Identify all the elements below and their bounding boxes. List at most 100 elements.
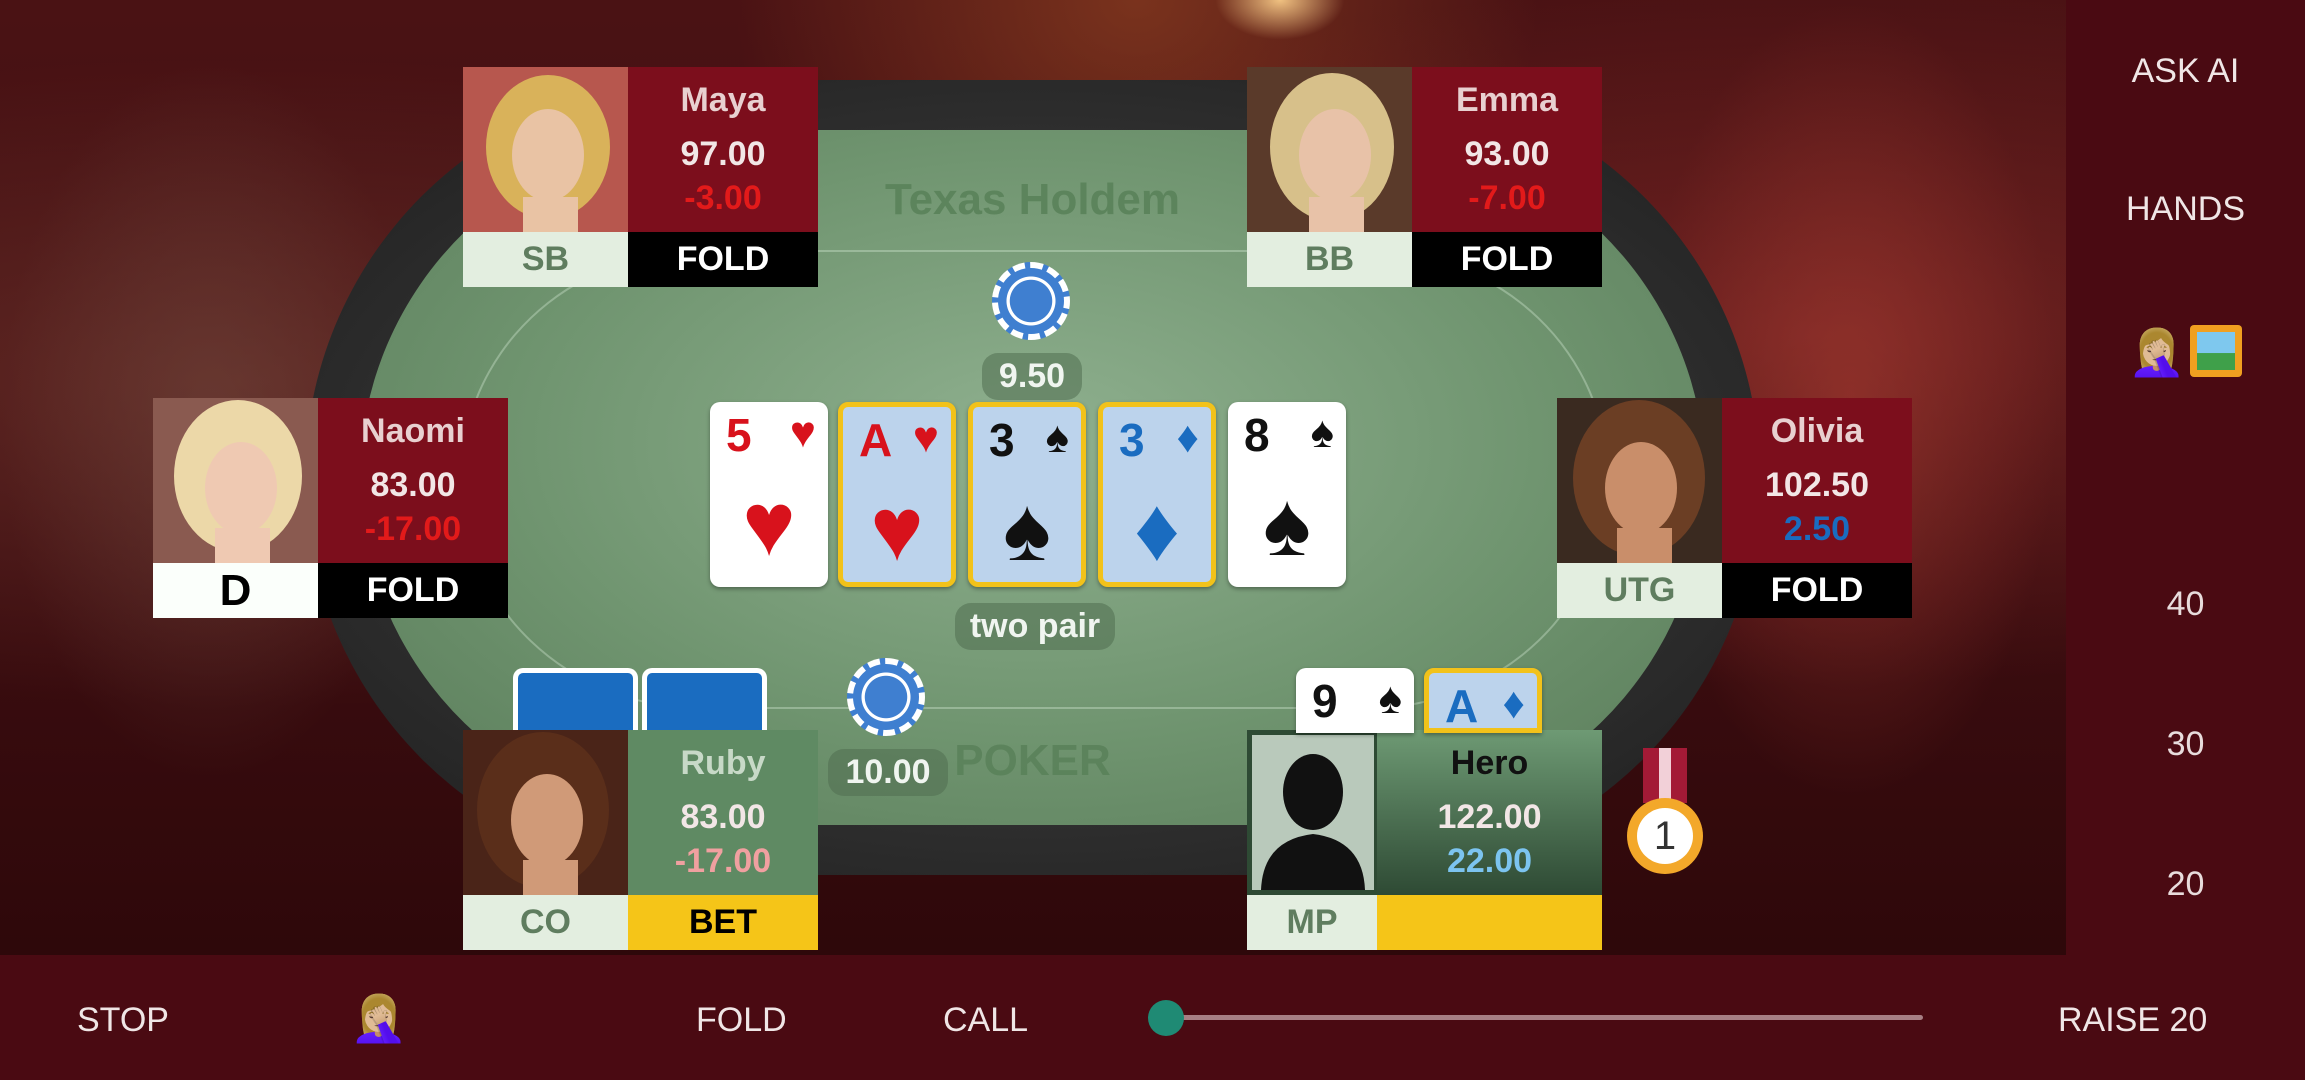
player-info: Emma 93.00 -7.00 [1412, 67, 1602, 232]
avatar [463, 67, 628, 232]
card-suit-small: ♠ [1310, 408, 1334, 457]
level-tick-label: 30 [2166, 725, 2205, 763]
card-suit-large: ♠ [1263, 475, 1311, 575]
avatar [153, 398, 318, 563]
level-tick-label: 40 [2166, 585, 2205, 623]
card-suit-small: ♥ [789, 408, 816, 457]
player-info: Hero 122.00 22.00 [1377, 730, 1602, 895]
player-name: Ruby [680, 744, 766, 782]
facepalm-emoji-icon[interactable]: 🤦🏼‍♀️ [350, 990, 407, 1046]
card-suit-small: ♦ [1502, 679, 1525, 728]
avatar [1247, 67, 1412, 232]
card-rank: 5 [726, 409, 752, 461]
fold-button[interactable]: FOLD [696, 1001, 787, 1040]
card-suit-large: ♠ [1003, 480, 1051, 580]
action-badge: BET [628, 895, 818, 950]
player-stack: 83.00 [680, 798, 766, 836]
pot-chip-bottom [847, 658, 925, 736]
seat-olivia[interactable]: Olivia 102.50 2.50 UTG FOLD [1557, 398, 1912, 618]
action-badge: FOLD [1412, 232, 1602, 287]
card-suit-large: ♦ [1134, 480, 1180, 580]
player-name: Emma [1455, 81, 1559, 119]
call-button[interactable]: CALL [943, 1001, 1028, 1040]
player-delta: 2.50 [1783, 510, 1851, 548]
player-stack: 122.00 [1437, 798, 1542, 836]
board-card: 8 ♠ ♠ [1228, 402, 1346, 587]
card-suit-small: ♦ [1176, 413, 1199, 462]
pot-amount-top: 9.50 [982, 353, 1082, 400]
player-name: Hero [1450, 744, 1529, 782]
card-rank: 9 [1312, 675, 1338, 727]
player-stack: 83.00 [370, 466, 456, 504]
player-info: Maya 97.00 -3.00 [628, 67, 818, 232]
action-badge [1377, 895, 1602, 950]
position-badge: UTG [1557, 563, 1722, 618]
card-rank: 8 [1244, 409, 1270, 461]
medal-place: 1 [1653, 814, 1677, 858]
action-badge: FOLD [1722, 563, 1912, 618]
raise-slider-thumb[interactable] [1148, 1000, 1184, 1036]
player-delta: -17.00 [364, 510, 462, 548]
dealer-badge: D [153, 563, 318, 618]
raise-slider-track[interactable] [1148, 1000, 1923, 1036]
stop-button[interactable]: STOP [77, 1001, 169, 1040]
card-rank: A [1445, 680, 1479, 732]
ask-ai-button[interactable]: ASK AI [2066, 52, 2305, 91]
background-lamp [1215, 0, 1345, 40]
board-card: 3 ♠ ♠ [968, 402, 1086, 587]
player-name: Maya [680, 81, 766, 119]
framed-picture-inner [2197, 332, 2235, 370]
action-badge: FOLD [628, 232, 818, 287]
player-delta: -7.00 [1468, 179, 1546, 217]
facepalm-emoji-icon[interactable]: 🤦🏼‍♀️ [2128, 325, 2185, 379]
position-badge: BB [1247, 232, 1412, 287]
player-info: Olivia 102.50 2.50 [1722, 398, 1912, 563]
table-title: Texas Holdem [884, 175, 1181, 224]
level-tick-label: 20 [2166, 865, 2205, 903]
position-badge: SB [463, 232, 628, 287]
sidebar [2066, 0, 2305, 955]
hero-card: 9 ♠ [1296, 668, 1414, 733]
position-badge: CO [463, 895, 628, 950]
player-info: Ruby 83.00 -17.00 [628, 730, 818, 895]
seat-ruby[interactable]: Ruby 83.00 -17.00 CO BET [463, 730, 818, 950]
raise-button[interactable]: RAISE 20 [2058, 1001, 2207, 1040]
player-delta: -3.00 [684, 179, 762, 217]
card-suit-small: ♥ [912, 413, 939, 462]
card-rank: A [859, 414, 893, 466]
card-suit-large: ♥ [742, 475, 796, 575]
player-stack: 102.50 [1765, 466, 1869, 504]
board-card: A ♥ ♥ [838, 402, 956, 587]
card-suit-small: ♠ [1378, 674, 1402, 723]
card-suit-large: ♥ [870, 480, 924, 580]
action-badge: FOLD [318, 563, 508, 618]
hands-button[interactable]: HANDS [2066, 190, 2305, 229]
player-name: Naomi [361, 412, 465, 450]
avatar [463, 730, 628, 895]
player-info: Naomi 83.00 -17.00 [318, 398, 508, 563]
pot-amount-bottom: 10.00 [828, 749, 948, 796]
player-stack: 93.00 [1464, 135, 1550, 173]
framed-picture-icon[interactable] [2190, 325, 2242, 377]
seat-naomi[interactable]: Naomi 83.00 -17.00 D FOLD [153, 398, 508, 618]
ruby-card-back [513, 668, 638, 738]
player-stack: 97.00 [680, 135, 766, 173]
player-delta: 22.00 [1446, 842, 1533, 880]
medal-icon: 1 [1625, 748, 1705, 878]
hand-rank-label: two pair [955, 603, 1115, 650]
board-card: 3 ♦ ♦ [1098, 402, 1216, 587]
ruby-card-back [642, 668, 767, 738]
avatar [1557, 398, 1722, 563]
player-name: Olivia [1770, 412, 1864, 450]
board-card: 5 ♥ ♥ [710, 402, 828, 587]
seat-maya[interactable]: Maya 97.00 -3.00 SB FOLD [463, 67, 818, 287]
card-rank: 3 [989, 414, 1015, 466]
card-rank: 3 [1119, 414, 1145, 466]
seat-emma[interactable]: Emma 93.00 -7.00 BB FOLD [1247, 67, 1602, 287]
seat-hero[interactable]: Hero 122.00 22.00 MP [1247, 730, 1602, 950]
card-suit-small: ♠ [1045, 413, 1069, 462]
hero-card: A ♦ [1424, 668, 1542, 733]
player-delta: -17.00 [674, 842, 772, 880]
position-badge: MP [1247, 895, 1377, 950]
pot-chip-top [992, 262, 1070, 340]
